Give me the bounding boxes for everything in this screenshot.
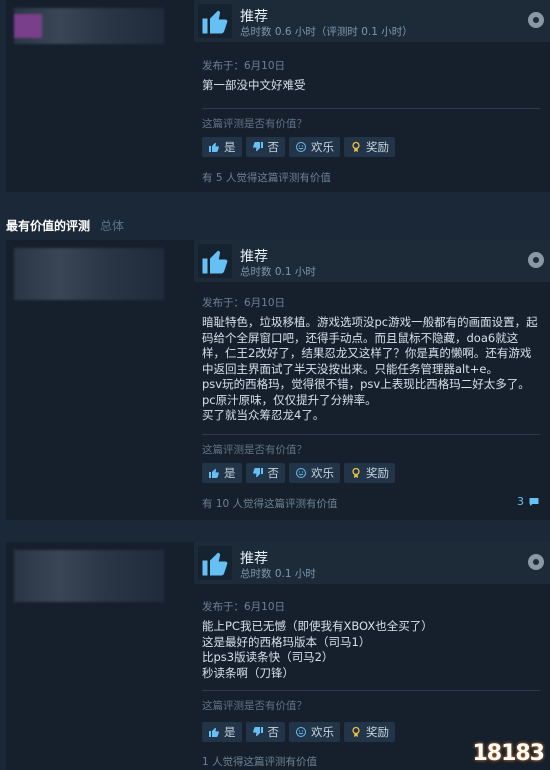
smiley-icon [296,727,306,737]
review-line: 这是最好的西格玛版本（司马1） [202,634,371,649]
reviewer-panel [6,542,194,770]
vote-yes-button[interactable]: 是 [202,137,242,157]
vote-buttons: 是 否 欢乐 奖励 [202,137,395,157]
comment-count[interactable]: 3 [517,495,540,508]
review-card: 推荐 总时数 0.1 小时 发布于：6月10日 暗耻特色，垃圾移植。游戏选项没p… [6,240,550,520]
hours-played: 总时数 0.1 小时 [240,266,316,278]
recommend-label: 推荐 [240,9,268,25]
hours-played: 总时数 0.1 小时 [240,568,316,580]
helpful-count: 有 5 人觉得这篇评测有价值 [202,172,331,184]
review-line: 第一部没中文好难受 [202,78,306,92]
recommend-label: 推荐 [240,551,268,567]
vote-funny-button[interactable]: 欢乐 [289,463,340,483]
thumbs-up-icon [209,727,219,737]
vote-no-button[interactable]: 否 [245,137,285,157]
review-header: 推荐 总时数 0.1 小时 [194,240,550,282]
thumbs-down-icon [252,142,263,152]
avatar[interactable] [14,550,164,602]
review-line: psv玩的西格玛，觉得很不错，psv上表现比西格玛二好太多了。pc原汁原味，仅仅… [202,377,530,407]
posted-date: 发布于：6月10日 [202,601,286,613]
divider [202,690,540,691]
recommend-label: 推荐 [240,249,268,265]
helpful-question: 这篇评测是否有价值？ [202,700,307,712]
divider [202,108,540,109]
helpful-question: 这篇评测是否有价值？ [202,118,307,130]
site-watermark: 18183 [472,741,545,766]
review-line: 暗耻特色，垃圾移植。游戏选项没pc游戏一般都有的画面设置，起码给个全屏窗口吧，还… [202,315,538,376]
vote-no-button[interactable]: 否 [245,722,285,742]
helpful-question: 这篇评测是否有价值？ [202,444,307,456]
section-filter[interactable]: 总体 [100,219,124,233]
thumbs-up-icon [209,142,219,152]
smiley-icon [296,468,306,478]
divider [202,434,540,435]
review-card: 推荐 总时数 0.6 小时（评测时 0.1 小时） 发布于：6月10日 第一部没… [6,0,550,192]
vote-buttons: 是 否 欢乐 奖励 [202,722,395,742]
award-button[interactable]: 奖励 [344,463,395,483]
review-line: 买了就当众筹忍龙4了。 [202,408,325,422]
review-text: 第一部没中文好难受 [202,78,540,94]
avatar[interactable] [14,248,164,300]
thumbs-up-icon [198,4,232,38]
thumbs-up-icon [198,546,232,580]
award-icon [352,141,360,152]
vote-funny-button[interactable]: 欢乐 [289,137,340,157]
section-header: 最有价值的评测 总体 [6,217,124,234]
review-text: 暗耻特色，垃圾移植。游戏选项没pc游戏一般都有的画面设置，起码给个全屏窗口吧，还… [202,315,540,424]
steam-icon [528,12,544,28]
posted-date: 发布于：6月10日 [202,60,286,72]
review-text: 能上PC我已无憾（即使我有XBOX也全买了） 这是最好的西格玛版本（司马1） 比… [202,619,540,681]
section-title: 最有价值的评测 [6,219,91,233]
vote-yes-button[interactable]: 是 [202,463,242,483]
award-icon [352,467,360,478]
avatar[interactable] [14,8,164,44]
vote-funny-button[interactable]: 欢乐 [289,722,340,742]
hours-played: 总时数 0.6 小时（评测时 0.1 小时） [240,26,413,38]
steam-icon [528,554,544,570]
steam-icon [528,252,544,268]
reviewer-panel [6,0,194,192]
helpful-count: 有 10 人觉得这篇评测有价值 [202,498,338,510]
helpful-count: 1 人觉得这篇评测有价值 [202,756,318,768]
thumbs-down-icon [252,727,263,737]
thumbs-down-icon [252,468,263,478]
thumbs-up-icon [198,244,232,278]
vote-buttons: 是 否 欢乐 奖励 [202,463,395,483]
smiley-icon [296,142,306,152]
award-button[interactable]: 奖励 [344,137,395,157]
review-header: 推荐 总时数 0.6 小时（评测时 0.1 小时） [194,0,550,42]
vote-yes-button[interactable]: 是 [202,722,242,742]
review-line: 秒读条啊（刀锋） [202,665,294,680]
vote-no-button[interactable]: 否 [245,463,285,483]
posted-date: 发布于：6月10日 [202,297,286,309]
award-button[interactable]: 奖励 [344,722,395,742]
review-line: 比ps3版读条快（司马2） [202,650,334,664]
review-line: 能上PC我已无憾（即使我有XBOX也全买了） [202,619,433,633]
award-icon [352,726,360,737]
review-card: 推荐 总时数 0.1 小时 发布于：6月10日 能上PC我已无憾（即使我有XBO… [6,542,550,770]
comment-icon [529,497,539,506]
reviewer-panel [6,240,194,520]
thumbs-up-icon [209,468,219,478]
review-header: 推荐 总时数 0.1 小时 [194,542,550,584]
